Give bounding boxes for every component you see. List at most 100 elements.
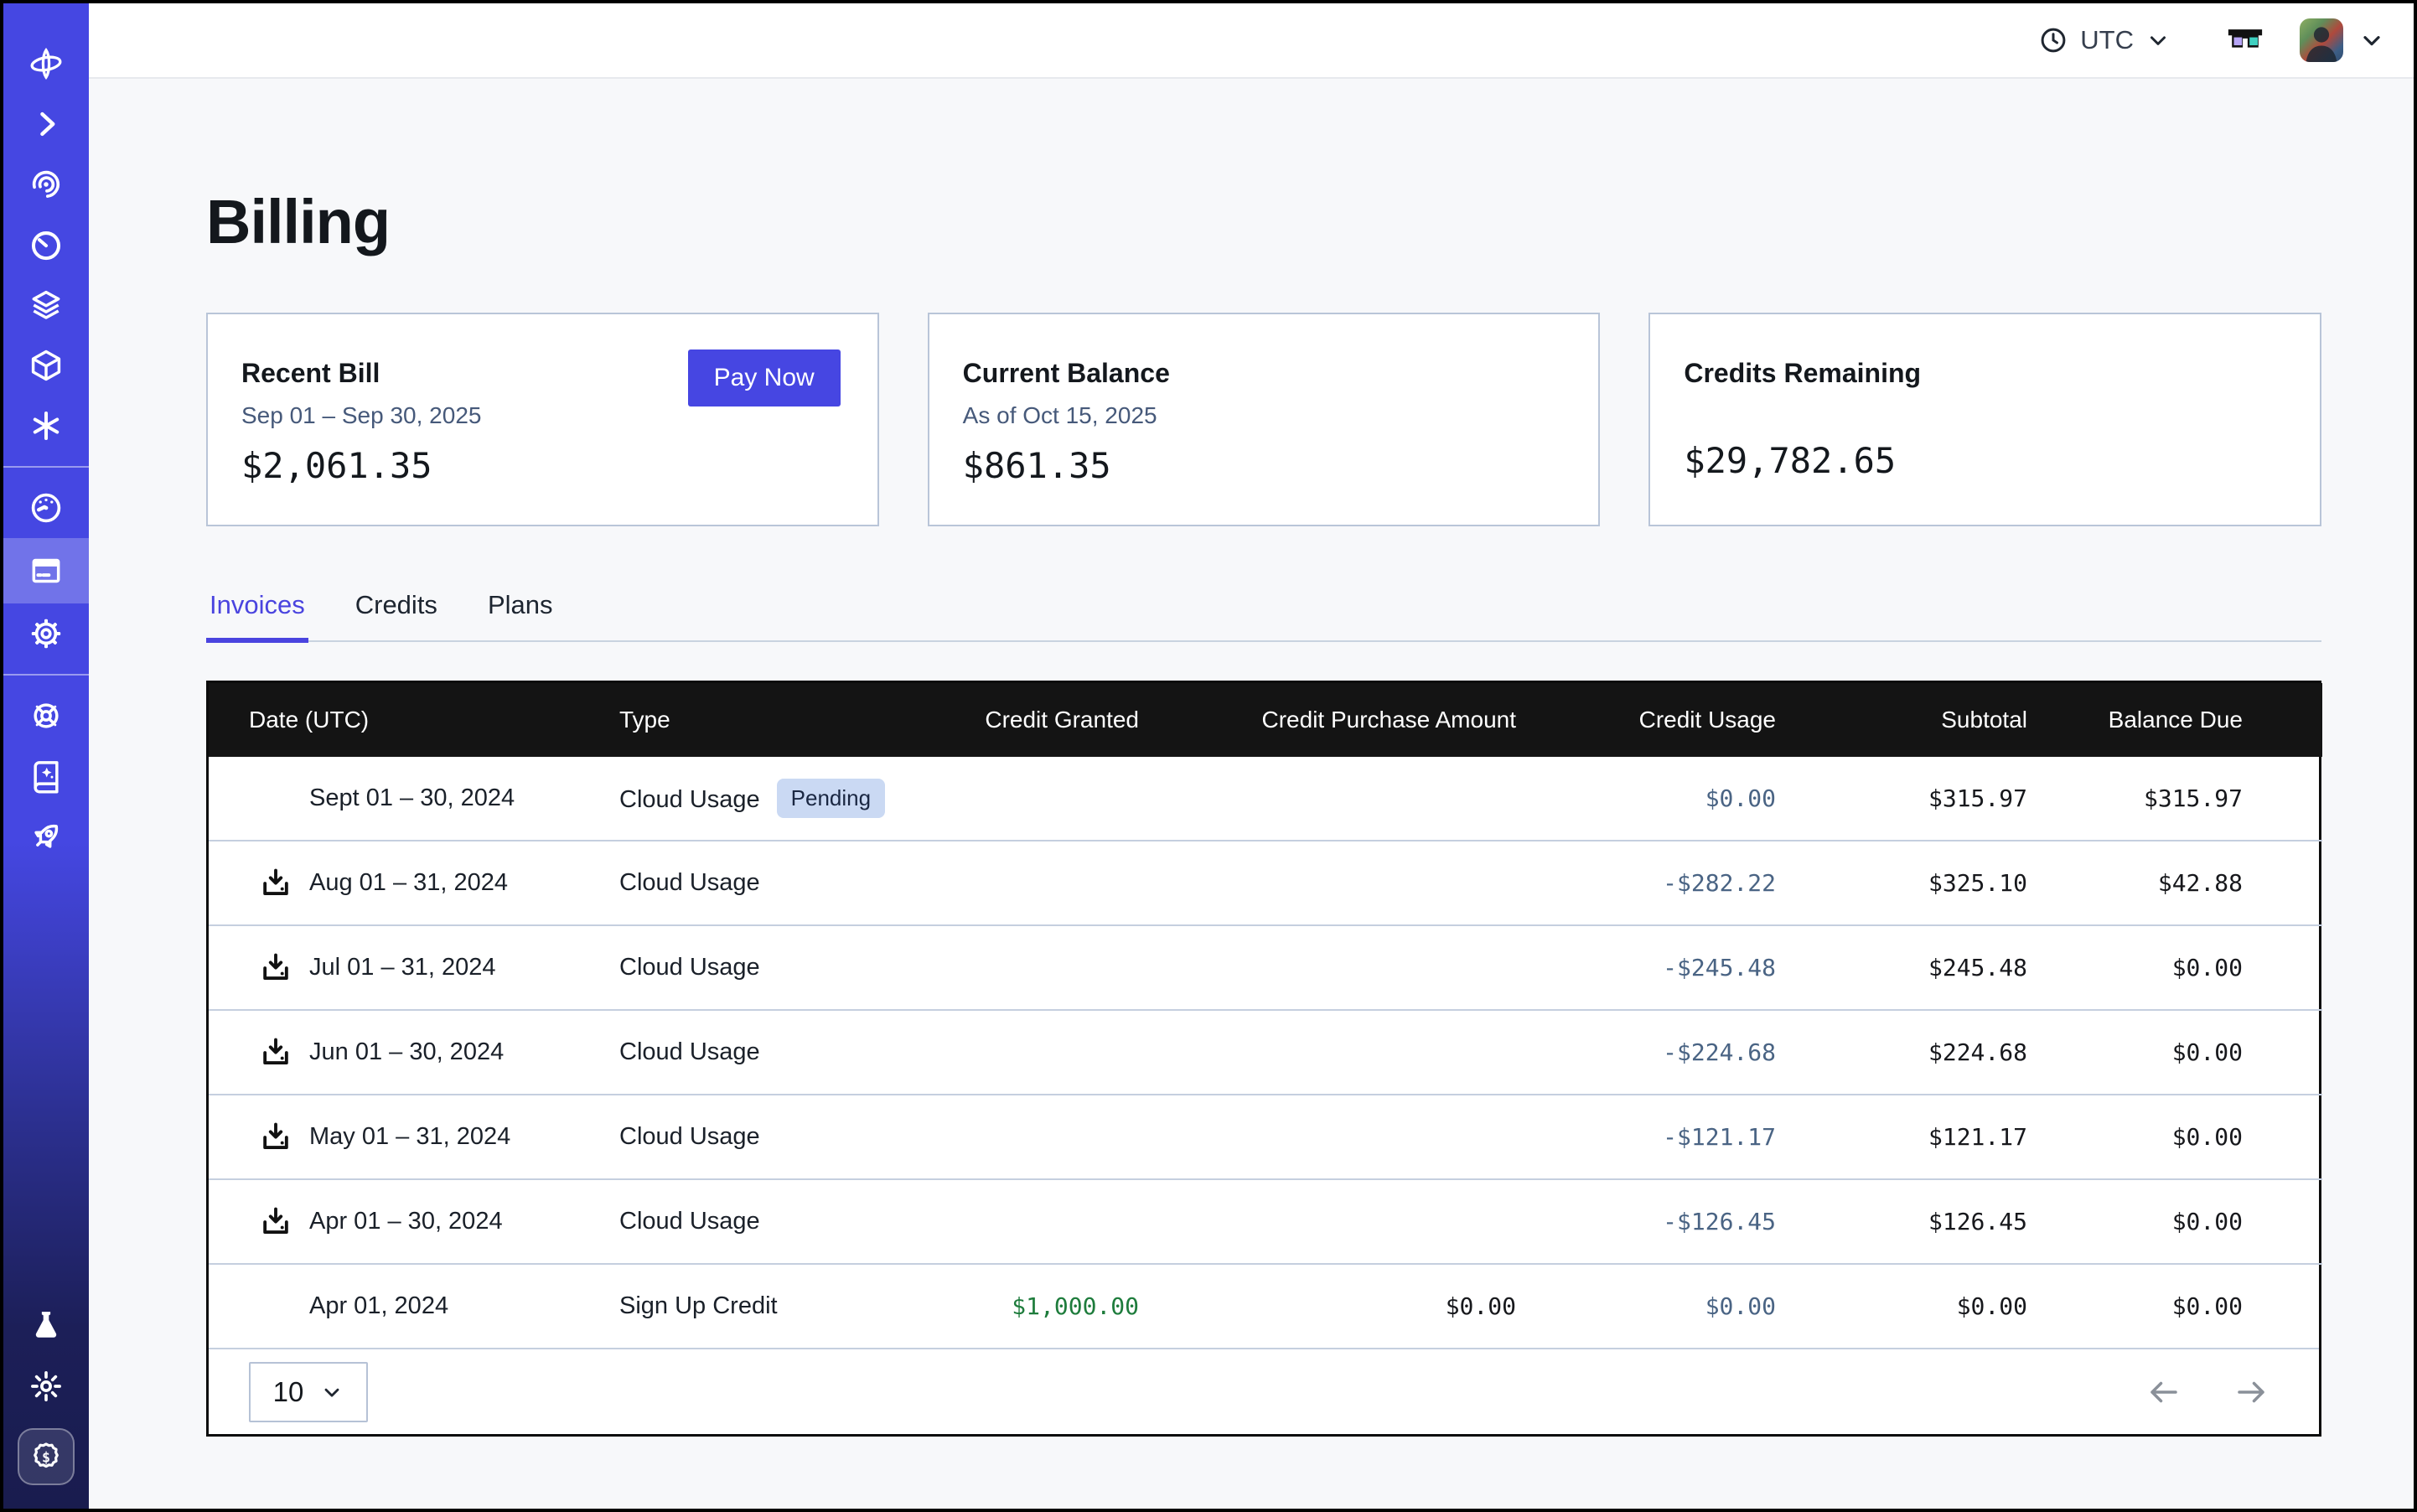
balance-due: $0.00 [2027,1095,2322,1179]
credit-granted: $1,000.00 [896,1264,1139,1348]
timer-icon[interactable] [27,225,65,264]
book-sparkle-icon[interactable] [27,757,65,795]
chevron-right-icon[interactable] [27,105,65,143]
table-row: May 01 – 31, 2024 Cloud Usage -$121.17 $… [209,1095,2322,1179]
avatar[interactable] [2300,18,2343,62]
table-header: Date (UTC) Type Credit Granted Credit Pu… [209,683,2322,757]
tab-plans[interactable]: Plans [484,590,556,640]
cube-icon[interactable] [27,346,65,385]
column-date: Date (UTC) [209,683,619,757]
recent-bill-card: Recent Bill Sep 01 – Sep 30, 2025 $2,061… [206,313,879,526]
invoices-table: Date (UTC) Type Credit Granted Credit Pu… [206,681,2321,1437]
download-invoice-icon[interactable] [257,1034,296,1071]
timezone-selector[interactable]: UTC [2038,25,2171,55]
subtotal: $126.45 [1776,1179,2027,1264]
gear-icon[interactable] [27,614,65,653]
billing-tabs: Invoices Credits Plans [206,590,2321,642]
column-balance-due: Balance Due [2027,683,2322,757]
subtotal: $224.68 [1776,1010,2027,1095]
flask-icon[interactable] [27,1307,65,1345]
dollar-badge-button[interactable]: $ [18,1428,75,1485]
credit-purchase: $0.00 [1139,1264,1516,1348]
sidebar-item-billing[interactable] [3,538,89,603]
invoice-type: Cloud Usage [619,1038,760,1065]
sun-icon[interactable] [27,1367,65,1406]
subtotal: $315.97 [1776,757,2027,841]
download-invoice-icon[interactable] [257,1204,296,1240]
topbar: UTC [89,3,2414,79]
balance-due: $0.00 [2027,1264,2322,1348]
download-invoice-icon[interactable] [257,1119,296,1156]
page-size-select[interactable]: 10 [249,1362,368,1422]
timezone-label: UTC [2080,25,2134,55]
balance-due: $42.88 [2027,841,2322,925]
invoice-type: Cloud Usage [619,954,760,981]
column-credit-granted: Credit Granted [896,683,1139,757]
summary-cards: Recent Bill Sep 01 – Sep 30, 2025 $2,061… [206,313,2321,526]
credit-usage: -$245.48 [1516,925,1776,1010]
credit-purchase [1139,1095,1516,1179]
balance-due: $315.97 [2027,757,2322,841]
subtotal: $245.48 [1776,925,2027,1010]
invoice-date: Apr 01 – 30, 2024 [309,1208,503,1235]
credit-purchase [1139,1179,1516,1264]
invoice-type: Cloud Usage [619,1208,760,1235]
sidebar: $ [3,3,89,1509]
chevron-down-icon[interactable] [2358,27,2385,54]
invoice-date: Sept 01 – 30, 2024 [309,784,515,812]
table-row: Apr 01, 2024 Sign Up Credit $1,000.00 $0… [209,1264,2322,1348]
pay-now-button[interactable]: Pay Now [688,350,841,406]
credit-usage: -$126.45 [1516,1179,1776,1264]
invoice-type: Cloud Usage [619,786,760,813]
pagination-bar: 10 [209,1348,2319,1434]
credit-purchase [1139,1010,1516,1095]
page-title: Billing [206,186,2321,257]
sidebar-divider [3,674,89,676]
balance-as-of: As of Oct 15, 2025 [963,402,1566,429]
gauge-icon[interactable] [27,489,65,527]
current-balance-amount: $861.35 [963,445,1111,486]
card-title: Credits Remaining [1684,358,2286,389]
clock-icon [2038,25,2068,55]
column-credit-purchase: Credit Purchase Amount [1139,683,1516,757]
invoice-date: Aug 01 – 31, 2024 [309,869,508,897]
layers-icon[interactable] [27,286,65,324]
invoice-date: May 01 – 31, 2024 [309,1123,510,1151]
credit-usage: $0.00 [1516,757,1776,841]
svg-text:$: $ [42,1449,50,1465]
next-page-arrow-icon[interactable] [2233,1375,2269,1410]
recent-bill-amount: $2,061.35 [241,445,432,486]
credit-granted [896,925,1139,1010]
credit-usage: $0.00 [1516,1264,1776,1348]
rocket-icon[interactable] [27,817,65,856]
invoice-date: Jul 01 – 31, 2024 [309,954,496,981]
radar-icon[interactable] [27,165,65,204]
chevron-down-icon [320,1380,344,1404]
credits-remaining-amount: $29,782.65 [1684,440,1896,481]
previous-page-arrow-icon[interactable] [2146,1375,2182,1410]
tab-invoices[interactable]: Invoices [206,590,308,640]
sidebar-divider [3,466,89,468]
credit-granted [896,1095,1139,1179]
tab-credits[interactable]: Credits [352,590,441,640]
column-credit-usage: Credit Usage [1516,683,1776,757]
glasses-icon[interactable] [2226,27,2264,54]
invoice-type: Cloud Usage [619,1123,760,1150]
invoice-date: Apr 01, 2024 [309,1292,448,1320]
asterisk-icon[interactable] [27,406,65,445]
download-invoice-icon[interactable] [257,950,296,986]
table-row: Aug 01 – 31, 2024 Cloud Usage -$282.22 $… [209,841,2322,925]
balance-due: $0.00 [2027,925,2322,1010]
invoice-date: Jun 01 – 30, 2024 [309,1038,504,1066]
status-badge: Pending [777,779,885,818]
credit-granted [896,1179,1139,1264]
orbit-logo-icon[interactable] [27,44,65,83]
credit-usage: -$121.17 [1516,1095,1776,1179]
download-invoice-icon[interactable] [257,865,296,902]
page-size-value: 10 [273,1376,304,1408]
helm-icon[interactable] [27,696,65,735]
invoice-type: Cloud Usage [619,869,760,896]
subtotal: $325.10 [1776,841,2027,925]
card-title: Current Balance [963,358,1566,389]
chevron-down-icon [2145,28,2171,53]
